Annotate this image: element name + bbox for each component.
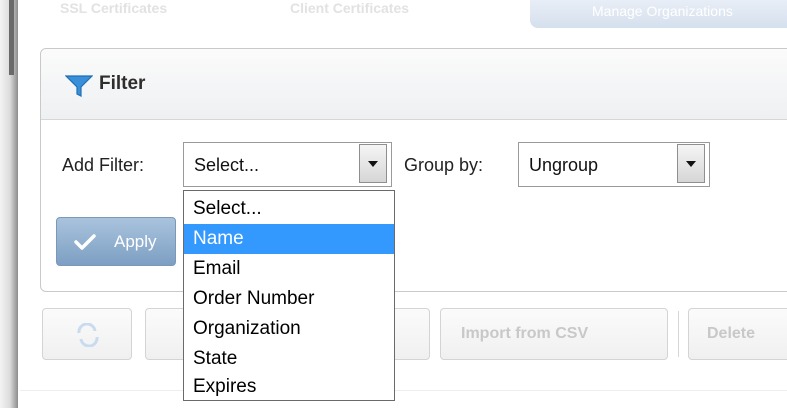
apply-button[interactable]: Apply — [56, 217, 176, 266]
add-filter-select[interactable]: Select... — [183, 142, 392, 187]
option-state[interactable]: State — [184, 344, 394, 374]
group-by-dropdown-button[interactable] — [677, 144, 705, 183]
window-left-shadow — [9, 0, 14, 75]
toolbar-separator — [678, 311, 679, 357]
tab-label: Manage Organizations — [592, 3, 733, 19]
refresh-icon — [77, 323, 99, 347]
chevron-down-icon — [368, 161, 378, 167]
option-name[interactable]: Name — [184, 224, 394, 254]
top-tab-strip: SSL Certificates Client Certificates Man… — [20, 0, 787, 40]
add-filter-options-list: Select... Name Email Order Number Organi… — [183, 190, 395, 401]
group-by-select[interactable]: Ungroup — [518, 142, 710, 187]
chevron-down-icon — [686, 161, 696, 167]
option-expires[interactable]: Expires — [184, 372, 394, 402]
tab-ssl-certificates[interactable]: SSL Certificates — [60, 0, 167, 16]
divider — [20, 390, 787, 391]
apply-label: Apply — [114, 232, 157, 251]
import-from-csv-button[interactable]: Import from CSV — [440, 308, 668, 360]
delete-button[interactable]: Delete — [688, 308, 787, 360]
tab-client-certificates[interactable]: Client Certificates — [290, 0, 409, 16]
group-by-value: Ungroup — [529, 155, 599, 175]
import-label: Import from CSV — [461, 325, 589, 342]
option-select[interactable]: Select... — [184, 194, 394, 224]
checkmark-icon — [74, 234, 96, 250]
filter-panel-header[interactable]: Filter — [41, 49, 787, 120]
group-by-label: Group by: — [404, 155, 484, 175]
option-organization[interactable]: Organization — [184, 314, 394, 344]
refresh-button[interactable] — [42, 308, 132, 360]
option-order-number[interactable]: Order Number — [184, 284, 394, 314]
delete-label: Delete — [707, 325, 756, 342]
funnel-icon — [65, 75, 93, 97]
add-filter-dropdown-button[interactable] — [359, 144, 387, 183]
tab-manage-organizations[interactable]: Manage Organizations — [530, 0, 787, 28]
option-email[interactable]: Email — [184, 254, 394, 284]
add-filter-value: Select... — [194, 155, 260, 175]
filter-title: Filter — [99, 73, 146, 94]
add-filter-label: Add Filter: — [62, 155, 145, 175]
